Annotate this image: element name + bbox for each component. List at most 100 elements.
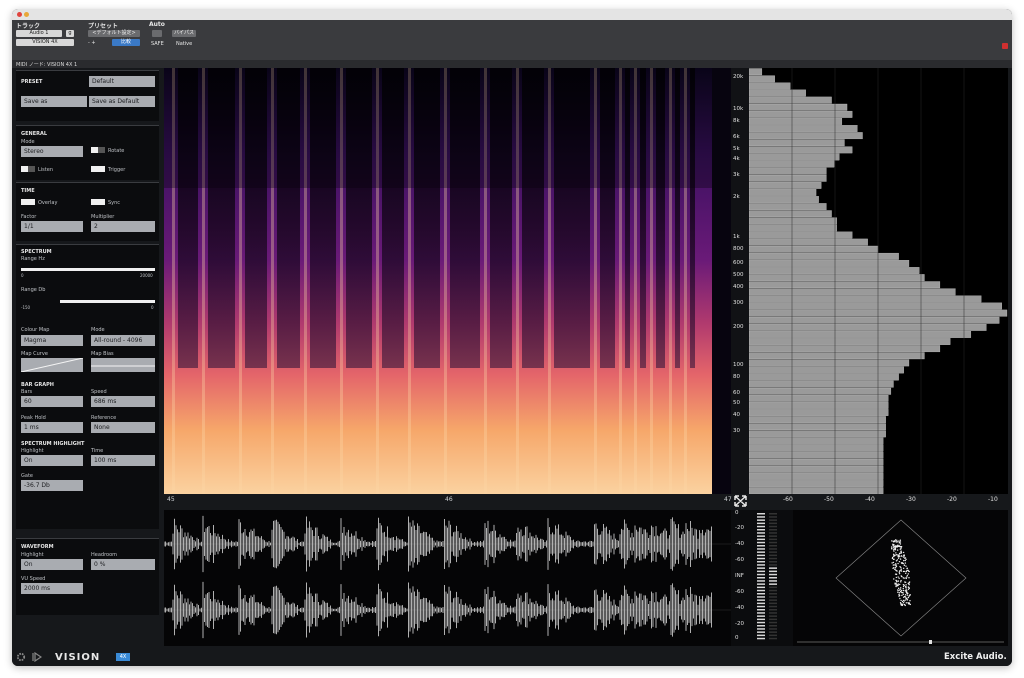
balance-handle[interactable]: [929, 640, 932, 644]
reference-select[interactable]: None: [91, 422, 155, 433]
bar-graph-bar: [749, 203, 827, 211]
vectorscope-point: [904, 570, 906, 573]
range-hz-slider[interactable]: [21, 268, 155, 271]
meter-segment: [769, 513, 777, 515]
rotate-toggle[interactable]: [91, 147, 105, 153]
bar-graph-bar: [749, 387, 892, 395]
meter-segment: [769, 634, 777, 637]
vectorscope-display[interactable]: [793, 510, 1008, 646]
vectorscope-point: [892, 561, 895, 564]
vectorscope-point: [899, 555, 901, 558]
settings-gear-icon[interactable]: [16, 652, 26, 662]
meter-segment: [769, 519, 777, 521]
highlight-time-field[interactable]: 100 ms: [91, 455, 155, 466]
general-section: GENERAL Mode Stereo Rotate Listen Trigge…: [16, 125, 159, 180]
meter-segment: [757, 573, 765, 576]
spectrum-mode-select[interactable]: All-round - 4096: [91, 335, 155, 346]
bars-field[interactable]: 60: [21, 396, 83, 407]
peak-hold-field[interactable]: 1 ms: [21, 422, 83, 433]
vectorscope-point: [905, 584, 907, 586]
preset-step-buttons[interactable]: - +: [88, 40, 96, 46]
peak-hold-label: Peak Hold: [21, 415, 46, 421]
meter-segment: [757, 567, 765, 569]
vu-speed-field[interactable]: 2000 ms: [21, 583, 83, 594]
factor-select[interactable]: 1/1: [21, 221, 83, 232]
multiplier-field[interactable]: 2: [91, 221, 155, 232]
vectorscope-point: [908, 583, 910, 586]
waveform-highlight-select[interactable]: On: [21, 559, 83, 570]
meter-segment: [757, 583, 765, 585]
level-meter-bars: [757, 513, 777, 640]
time-tick-46: 46: [445, 496, 453, 503]
bar-graph-bar: [749, 96, 832, 104]
close-window-button[interactable]: [17, 12, 22, 17]
title-bar: [12, 9, 1012, 20]
automation-button[interactable]: [152, 30, 162, 37]
waveform-highlight-label: Highlight: [21, 552, 44, 558]
save-as-button[interactable]: Save as: [21, 96, 87, 107]
vectorscope-point: [908, 577, 910, 579]
overlay-toggle[interactable]: [21, 199, 35, 205]
sync-toggle[interactable]: [91, 199, 105, 205]
vectorscope-point: [892, 567, 894, 570]
vectorscope-point: [900, 604, 903, 606]
vectorscope-point: [892, 553, 895, 556]
vectorscope-point: [904, 557, 907, 559]
meter-segment: [769, 567, 777, 569]
spectrum-highlight-heading: SPECTRUM HIGHLIGHT: [21, 441, 85, 447]
bar-graph-bar: [749, 196, 819, 203]
db-tick-20: -20: [947, 496, 957, 503]
gate-field[interactable]: -36.7 Db: [21, 480, 83, 491]
range-db-slider[interactable]: [60, 300, 155, 303]
track-select[interactable]: Audio 1: [16, 30, 62, 37]
meter-segment: [757, 618, 765, 621]
vectorscope-point: [894, 573, 897, 575]
bar-graph-display[interactable]: [749, 68, 1008, 494]
vectorscope-point: [900, 579, 902, 582]
meter-segment: [757, 532, 765, 534]
meter-segment: [757, 541, 765, 544]
vectorscope-point: [903, 564, 906, 566]
map-curve-control[interactable]: [21, 358, 83, 372]
vectorscope-point: [900, 550, 902, 552]
save-as-default-button[interactable]: Save as Default: [89, 96, 155, 107]
freq-tick-6k: 6k: [733, 134, 740, 140]
trigger-toggle[interactable]: [91, 166, 105, 172]
track-group-button[interactable]: g: [66, 30, 74, 37]
bar-graph-bar: [749, 89, 806, 97]
speed-field[interactable]: 686 ms: [91, 396, 155, 407]
bypass-button[interactable]: バイパス: [172, 30, 196, 37]
mode-select[interactable]: Stereo: [21, 146, 83, 157]
headroom-field[interactable]: 0 %: [91, 559, 155, 570]
vectorscope-point: [897, 587, 900, 590]
safe-label[interactable]: SAFE: [151, 41, 164, 47]
vectorscope-point: [898, 570, 901, 572]
listen-toggle[interactable]: [21, 166, 35, 172]
colour-map-select[interactable]: Magma: [21, 335, 83, 346]
waveform-display[interactable]: [164, 510, 731, 646]
bar-graph-bar: [749, 75, 775, 83]
vectorscope-point: [905, 602, 908, 604]
bar-graph-bar: [749, 181, 822, 189]
vectorscope-point: [895, 563, 897, 566]
minimize-window-button[interactable]: [24, 12, 29, 17]
meter-segment: [769, 545, 777, 547]
close-plugin-icon[interactable]: [1002, 43, 1008, 49]
expand-icon[interactable]: [734, 495, 747, 507]
compare-button[interactable]: 比較: [112, 39, 140, 46]
meter-segment: [757, 605, 765, 608]
bar-graph-bar: [749, 473, 884, 480]
meter-segment: [769, 551, 777, 553]
bar-graph-heading: BAR GRAPH: [21, 382, 54, 388]
meter-segment: [757, 557, 765, 560]
highlight-select[interactable]: On: [21, 455, 83, 466]
preset-select[interactable]: <デフォルト設定>: [88, 30, 140, 37]
map-bias-control[interactable]: [91, 358, 155, 372]
vectorscope-point: [898, 593, 900, 596]
meter-tick-6: -40: [735, 605, 744, 611]
plugin-select[interactable]: VISION 4X: [16, 39, 74, 46]
preset-name-field[interactable]: Default: [89, 76, 155, 87]
play-icon[interactable]: [32, 652, 42, 662]
vectorscope-point: [893, 578, 895, 580]
spectrogram-display[interactable]: [164, 68, 731, 494]
